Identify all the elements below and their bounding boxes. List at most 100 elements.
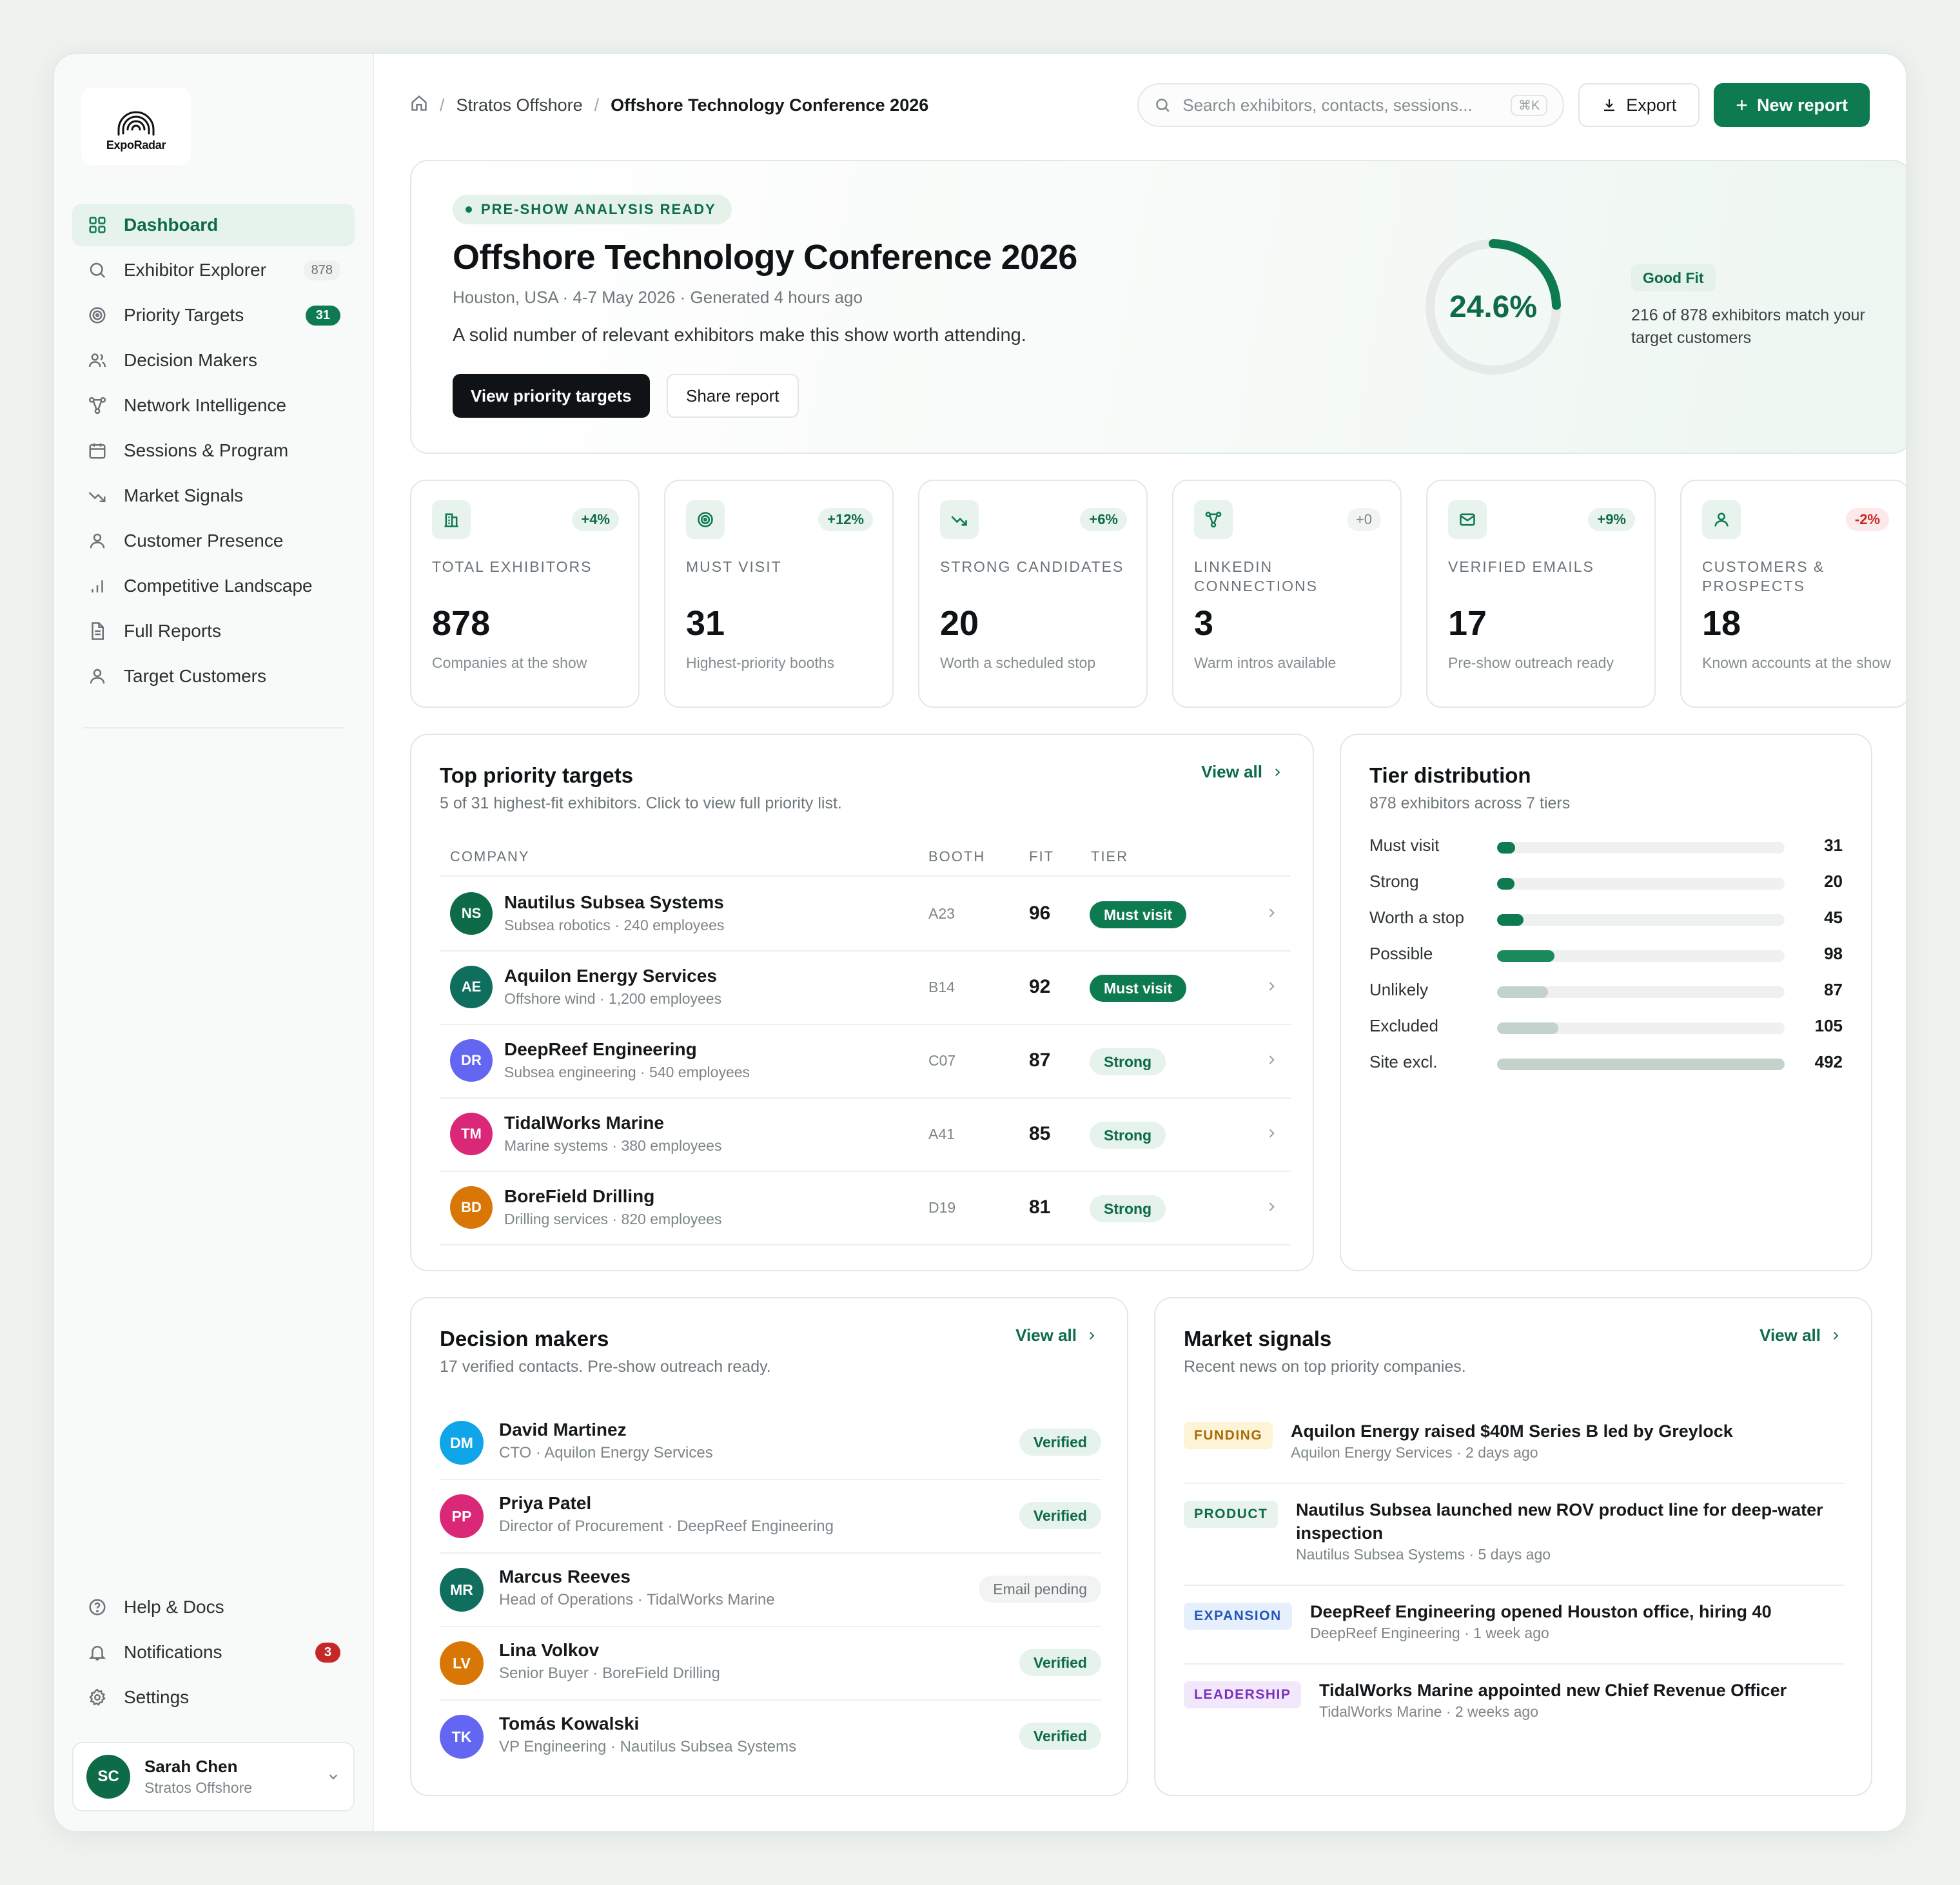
page-title: Offshore Technology Conference 2026 — [453, 238, 1077, 277]
column-header[interactable]: COMPANY — [450, 848, 530, 865]
tier-label: Must visit — [1369, 835, 1440, 855]
share-report-button[interactable]: Share report — [667, 374, 799, 418]
signal-row[interactable]: FUNDING Aquilon Energy raised $40M Series… — [1184, 1407, 1844, 1484]
contact-name: Marcus Reeves — [499, 1567, 631, 1587]
logo[interactable]: ExpoRadar — [81, 88, 191, 165]
breadcrumb-current: Offshore Technology Conference 2026 — [611, 95, 929, 115]
stat-card-linkedin-connections[interactable]: +0 LINKEDIN CONNECTIONS 3 Warm intros av… — [1172, 480, 1402, 708]
sidebar-item-notifications[interactable]: Notifications 3 — [72, 1631, 355, 1674]
tier-bar-track — [1497, 1059, 1785, 1070]
app-window: ExpoRadar Dashboard Exhibitor Explorer 8… — [53, 53, 1907, 1832]
company-avatar: DR — [450, 1039, 493, 1082]
status-dot — [466, 206, 472, 213]
sidebar-item-decision-makers[interactable]: Decision Makers — [72, 339, 355, 382]
sidebar-item-priority-targets[interactable]: Priority Targets 31 — [72, 294, 355, 337]
signal-row[interactable]: PRODUCT Nautilus Subsea launched new ROV … — [1184, 1485, 1844, 1586]
tier-bar-track — [1497, 986, 1785, 998]
tier-bar-track — [1497, 914, 1785, 926]
sidebar-item-network-intelligence[interactable]: Network Intelligence — [72, 384, 355, 427]
signal-headline: TidalWorks Marine appointed new Chief Re… — [1319, 1681, 1787, 1700]
status-text: PRE-SHOW ANALYSIS READY — [481, 201, 716, 217]
sidebar-item-dashboard[interactable]: Dashboard — [72, 204, 355, 246]
delta-badge: -2% — [1845, 508, 1889, 531]
sidebar-item-competitive-landscape[interactable]: Competitive Landscape — [72, 565, 355, 607]
export-button[interactable]: Export — [1578, 83, 1700, 127]
search-bar[interactable]: ⌘K — [1137, 83, 1565, 127]
stat-value: 878 — [432, 604, 491, 643]
conference-hero: PRE-SHOW ANALYSIS READY Offshore Technol… — [410, 160, 1906, 454]
home-icon[interactable] — [410, 94, 428, 117]
contact-row[interactable]: LV Lina Volkov Senior Buyer · BoreField Dr… — [440, 1627, 1101, 1701]
contact-row[interactable]: PP Priya Patel Director of Procurement · D… — [440, 1480, 1101, 1554]
company-name: BoreField Drilling — [504, 1186, 655, 1206]
booth-number: A23 — [928, 905, 955, 922]
signal-row[interactable]: EXPANSION DeepReef Engineering opened Hou… — [1184, 1587, 1844, 1665]
column-header[interactable]: BOOTH — [928, 848, 985, 865]
sidebar-item-exhibitor-explorer[interactable]: Exhibitor Explorer 878 — [72, 249, 355, 291]
shortcut-hint: ⌘K — [1510, 94, 1548, 116]
delta-badge: +9% — [1588, 508, 1635, 531]
notification-badge: 3 — [315, 1642, 340, 1663]
sidebar-item-help-docs[interactable]: Help & Docs — [72, 1586, 355, 1628]
tier-bar-fill — [1497, 1059, 1785, 1070]
card-subtitle: 878 exhibitors across 7 tiers — [1369, 794, 1571, 812]
contact-avatar: MR — [440, 1568, 484, 1612]
view-all-label: View all — [1201, 762, 1262, 781]
user-menu[interactable]: SC Sarah Chen Stratos Offshore — [72, 1742, 355, 1812]
tier-badge: Must visit — [1090, 975, 1187, 1002]
contact-row[interactable]: DM David Martinez CTO · Aquilon Energy Ser… — [440, 1407, 1101, 1480]
stat-label: LINKEDIN CONNECTIONS — [1194, 558, 1318, 594]
sidebar-item-label: Notifications — [124, 1642, 222, 1662]
view-all-link[interactable]: View all — [1759, 1325, 1841, 1345]
stat-card-total-exhibitors[interactable]: +4% TOTAL EXHIBITORS 878 Companies at th… — [410, 480, 640, 708]
column-header[interactable]: FIT — [1029, 848, 1054, 865]
sidebar-item-customer-presence[interactable]: Customer Presence — [72, 520, 355, 562]
sidebar-item-label: Target Customers — [124, 666, 266, 686]
sidebar-item-label: Market Signals — [124, 485, 244, 505]
search-input[interactable] — [1182, 95, 1511, 115]
breadcrumb-org[interactable]: Stratos Offshore — [456, 95, 583, 115]
chevron-right-icon — [1265, 980, 1278, 996]
stat-card-strong-candidates[interactable]: +6% STRONG CANDIDATES 20 Worth a schedul… — [918, 480, 1148, 708]
view-priority-targets-button[interactable]: View priority targets — [453, 374, 650, 418]
new-report-button[interactable]: + New report — [1714, 83, 1870, 127]
table-row[interactable]: NS Nautilus Subsea Systems Subsea robotics… — [440, 878, 1291, 952]
tier-bar-track — [1497, 878, 1785, 890]
stat-card-must-visit[interactable]: +12% MUST VISIT 31 Highest-priority boot… — [664, 480, 894, 708]
decision-makers-card: Decision makers 17 verified contacts. Pr… — [410, 1297, 1128, 1796]
view-all-link[interactable]: View all — [1201, 762, 1283, 782]
divider — [83, 727, 344, 728]
fit-badge: Good Fit — [1631, 264, 1716, 291]
table-row[interactable]: DR DeepReef Engineering Subsea engineering… — [440, 1025, 1291, 1099]
sidebar-item-full-reports[interactable]: Full Reports — [72, 610, 355, 652]
stat-card-customers-prospects[interactable]: -2% CUSTOMERS & PROSPECTS 18 Known accou… — [1680, 480, 1906, 708]
tier-label: Site excl. — [1369, 1052, 1438, 1071]
column-header[interactable]: TIER — [1091, 848, 1128, 865]
breadcrumb-separator: / — [594, 95, 600, 115]
stat-value: 17 — [1448, 604, 1487, 643]
avatar: SC — [86, 1755, 130, 1799]
contact-row[interactable]: MR Marcus Reeves Head of Operations · Tida… — [440, 1554, 1101, 1627]
company-avatar: NS — [450, 892, 493, 935]
stat-card-verified-emails[interactable]: +9% VERIFIED EMAILS 17 Pre-show outreach… — [1426, 480, 1656, 708]
contact-row[interactable]: TK Tomás Kowalski VP Engineering · Nautilu… — [440, 1701, 1101, 1774]
contact-name: David Martinez — [499, 1420, 627, 1440]
sidebar-item-market-signals[interactable]: Market Signals — [72, 474, 355, 517]
table-row[interactable]: AE Aquilon Energy Services Offshore wind ·… — [440, 952, 1291, 1025]
booth-number: C07 — [928, 1052, 956, 1069]
sidebar-item-settings[interactable]: Settings — [72, 1676, 355, 1719]
tier-bar-track — [1497, 950, 1785, 962]
tier-bar-track — [1497, 842, 1785, 854]
sidebar: ExpoRadar Dashboard Exhibitor Explorer 8… — [54, 54, 374, 1831]
tier-bar-fill — [1497, 842, 1516, 854]
fit-description: 216 of 878 exhibitors match your target … — [1631, 306, 1865, 347]
table-row[interactable]: TM TidalWorks Marine Marine systems · 380 … — [440, 1099, 1291, 1172]
signal-row[interactable]: LEADERSHIP TidalWorks Marine appointed ne… — [1184, 1666, 1844, 1743]
sidebar-item-target-customers[interactable]: Target Customers — [72, 655, 355, 698]
table-row[interactable]: BD BoreField Drilling Drilling services · … — [440, 1172, 1291, 1245]
view-all-link[interactable]: View all — [1015, 1325, 1097, 1345]
sidebar-item-sessions-program[interactable]: Sessions & Program — [72, 429, 355, 472]
tier-badge: Must visit — [1090, 901, 1187, 928]
tier-bar-fill — [1497, 950, 1554, 962]
network-icon — [86, 395, 108, 416]
